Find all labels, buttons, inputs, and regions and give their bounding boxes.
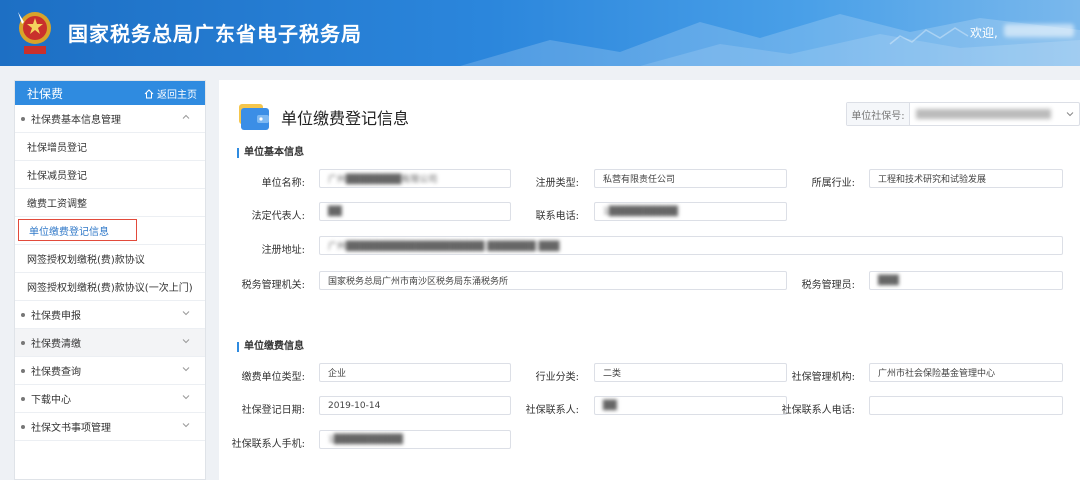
chevron-down-icon xyxy=(182,395,190,400)
home-icon xyxy=(144,88,154,98)
sidebar-item-label: 单位缴费登记信息 xyxy=(29,227,109,238)
sidebar-item-label: 社保费清缴 xyxy=(31,339,81,350)
sidebar-header: 社保费 返回主页 xyxy=(15,81,205,105)
reg-type-label: 注册类型: xyxy=(535,178,579,189)
sidebar-item-wage-adjust[interactable]: 缴费工资调整 xyxy=(15,189,205,217)
reg-date-field: 2019-10-14 xyxy=(319,396,511,415)
agency-field: 广州市社会保险基金管理中心 xyxy=(869,363,1063,382)
bullet-icon xyxy=(21,424,25,429)
sidebar-group-query[interactable]: 社保费查询 xyxy=(15,357,205,385)
sidebar-item-online-agreement-visit[interactable]: 网签授权划缴税(费)款协议(一次上门) xyxy=(15,273,205,301)
unit-name-field: 广州████████有限公司 xyxy=(319,169,511,188)
bullet-icon xyxy=(21,368,25,373)
sidebar-item-label: 社保费申报 xyxy=(31,311,81,322)
ssn-value[interactable] xyxy=(910,103,1079,125)
section-payment-info: 单位缴费信息 xyxy=(237,342,304,352)
reg-date-label: 社保登记日期: xyxy=(241,405,305,416)
sidebar-item-label: 缴费工资调整 xyxy=(27,199,87,210)
industry-label: 所属行业: xyxy=(811,178,855,189)
chevron-down-icon xyxy=(182,423,190,428)
app-title: 国家税务总局广东省电子税务局 xyxy=(68,22,362,46)
ssn-label: 单位社保号: xyxy=(847,103,910,125)
chevron-down-icon xyxy=(182,311,190,316)
mobile-label: 社保联系人手机: xyxy=(231,439,305,450)
page-title: 单位缴费登记信息 xyxy=(281,109,410,128)
sidebar-item-label: 社保减员登记 xyxy=(27,171,87,182)
sidebar-group-basic-info[interactable]: 社保费基本信息管理 xyxy=(15,105,205,133)
legal-rep-field: ██ xyxy=(319,202,511,221)
ssn-select[interactable]: 单位社保号: xyxy=(846,102,1080,126)
unit-type-field: 企业 xyxy=(319,363,511,382)
sidebar-item-label: 社保文书事项管理 xyxy=(31,423,111,434)
sidebar-item-label: 下载中心 xyxy=(31,395,71,406)
sidebar-group-settlement[interactable]: 社保费清缴 xyxy=(15,329,205,357)
industry-class-label: 行业分类: xyxy=(535,372,579,383)
sidebar-item-label: 社保增员登记 xyxy=(27,143,87,154)
sidebar-group-documents[interactable]: 社保文书事项管理 xyxy=(15,413,205,441)
address-field: 广州████████████████████ ███████ ███ xyxy=(319,236,1063,255)
app-header: 国家税务总局广东省电子税务局 欢迎, xyxy=(0,0,1080,66)
reg-type-field: 私营有限责任公司 xyxy=(594,169,787,188)
bullet-icon xyxy=(21,340,25,345)
home-label: 返回主页 xyxy=(157,90,197,101)
phone-label: 联系电话: xyxy=(535,211,579,222)
mobile-field: 1██████████ xyxy=(319,430,511,449)
sidebar-item-unit-registration[interactable]: 单位缴费登记信息 xyxy=(15,217,205,245)
bullet-icon xyxy=(21,396,25,401)
legal-rep-label: 法定代表人: xyxy=(251,211,305,222)
home-link[interactable]: 返回主页 xyxy=(144,86,197,101)
tax-admin-label: 税务管理员: xyxy=(801,280,855,291)
phone-field: 1██████████ xyxy=(594,202,787,221)
ssn-value-blurred xyxy=(916,109,1051,119)
sidebar-item-label: 网签授权划缴税(费)款协议(一次上门) xyxy=(27,283,193,294)
contact-field: ██ xyxy=(594,396,787,415)
wallet-icon xyxy=(239,104,269,130)
bullet-icon xyxy=(21,116,25,121)
contact-phone-field xyxy=(869,396,1063,415)
chevron-down-icon xyxy=(182,367,190,372)
sidebar-item-label: 社保费查询 xyxy=(31,367,81,378)
main-panel: 单位缴费登记信息 单位社保号: 单位基本信息 单位名称: 广州████████有… xyxy=(219,80,1080,480)
industry-class-field: 二类 xyxy=(594,363,787,382)
tax-admin-field: ███ xyxy=(869,271,1063,290)
sidebar-title: 社保费 xyxy=(27,86,64,101)
tax-org-field: 国家税务总局广州市南沙区税务局东涌税务所 xyxy=(319,271,787,290)
tax-emblem-icon xyxy=(18,12,51,54)
unit-type-label: 缴费单位类型: xyxy=(241,372,305,383)
user-name[interactable] xyxy=(1004,24,1074,37)
bullet-icon xyxy=(21,312,25,317)
sidebar-group-declaration[interactable]: 社保费申报 xyxy=(15,301,205,329)
industry-field: 工程和技术研究和试验发展 xyxy=(869,169,1063,188)
tax-org-label: 税务管理机关: xyxy=(241,280,305,291)
sidebar-group-download[interactable]: 下载中心 xyxy=(15,385,205,413)
agency-label: 社保管理机构: xyxy=(791,372,855,383)
unit-name-label: 单位名称: xyxy=(261,178,305,189)
chevron-up-icon xyxy=(182,114,190,119)
welcome-text: 欢迎, xyxy=(970,26,998,40)
sidebar-item-label: 网签授权划缴税(费)款协议 xyxy=(27,255,145,266)
sidebar: 社保费 返回主页 社保费基本信息管理 社保增员登记 社保减员登记 缴费工资调整 … xyxy=(14,80,206,480)
address-label: 注册地址: xyxy=(261,245,305,256)
sidebar-item-staff-add[interactable]: 社保增员登记 xyxy=(15,133,205,161)
contact-label: 社保联系人: xyxy=(525,405,579,416)
chevron-down-icon xyxy=(1066,112,1074,117)
chevron-down-icon xyxy=(182,339,190,344)
sidebar-item-label: 社保费基本信息管理 xyxy=(31,115,121,126)
contact-phone-label: 社保联系人电话: xyxy=(781,405,855,416)
section-basic-info: 单位基本信息 xyxy=(237,148,304,158)
sidebar-item-online-agreement[interactable]: 网签授权划缴税(费)款协议 xyxy=(15,245,205,273)
sidebar-item-staff-reduce[interactable]: 社保减员登记 xyxy=(15,161,205,189)
